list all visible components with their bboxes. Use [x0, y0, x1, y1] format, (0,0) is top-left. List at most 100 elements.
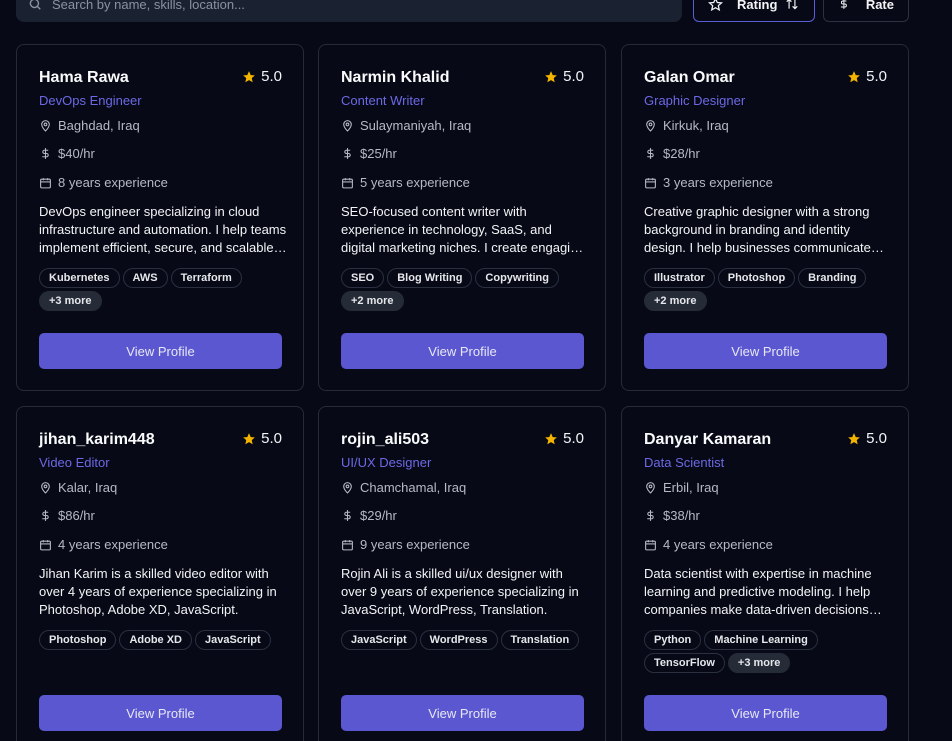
freelancer-role: Data Scientist [644, 455, 725, 470]
calendar-icon [342, 177, 353, 188]
rating: 5.0 [242, 430, 282, 447]
skill-tag: Adobe XD [119, 630, 192, 650]
skill-tag: JavaScript [195, 630, 271, 650]
calendar-icon [40, 177, 51, 188]
more-skills-tag[interactable]: +3 more [39, 291, 102, 311]
rating: 5.0 [544, 430, 584, 447]
view-profile-button[interactable]: View Profile [644, 695, 887, 731]
description: DevOps engineer specializing in cloud in… [39, 204, 287, 255]
skill-tag: Python [644, 630, 702, 650]
skill-tag: TensorFlow [644, 653, 725, 673]
more-skills-tag[interactable]: +2 more [644, 291, 707, 311]
freelancer-name[interactable]: Danyar Kamaran [644, 431, 771, 449]
description: Data scientist with expertise in machine… [644, 566, 872, 617]
description: Rojin Ali is a skilled ui/ux designer wi… [341, 566, 579, 617]
rate-text: $29/hr [360, 508, 397, 523]
experience-text: 8 years experience [58, 175, 168, 190]
dollar-icon [344, 148, 351, 159]
more-skills-tag[interactable]: +3 more [727, 653, 791, 673]
experience: 5 years experience [341, 175, 470, 190]
skill-tag: WordPress [419, 630, 498, 650]
experience-text: 5 years experience [360, 175, 470, 190]
search-input[interactable] [52, 0, 652, 12]
view-profile-button[interactable]: View Profile [39, 695, 282, 731]
hourly-rate: $25/hr [341, 146, 397, 161]
location-text: Kalar, Iraq [58, 480, 118, 495]
rating: 5.0 [242, 68, 282, 85]
rate-text: $28/hr [663, 146, 700, 161]
rating-value: 5.0 [261, 68, 282, 85]
rate-text: $25/hr [360, 146, 397, 161]
experience-text: 3 years experience [663, 175, 773, 190]
rate-text: $38/hr [663, 508, 700, 523]
search-box[interactable] [16, 0, 682, 22]
rate-text: $40/hr [58, 146, 95, 161]
map-pin-icon [343, 482, 352, 494]
location: Baghdad, Iraq [39, 118, 140, 133]
freelancer-name[interactable]: rojin_ali503 [341, 431, 429, 449]
skill-tag: Illustrator [644, 268, 715, 288]
dollar-icon [42, 148, 49, 159]
rating: 5.0 [847, 430, 887, 447]
calendar-icon [342, 539, 353, 550]
map-pin-icon [41, 120, 50, 132]
skill-tag: SEO [341, 268, 385, 288]
experience: 3 years experience [644, 175, 773, 190]
location-text: Baghdad, Iraq [58, 118, 140, 133]
location: Chamchamal, Iraq [341, 480, 466, 495]
skill-tags: Python Machine Learning TensorFlow +3 more [644, 630, 894, 673]
toolbar: Rating Rate [0, 0, 952, 22]
calendar-icon [645, 539, 656, 550]
skill-tag: Photoshop [39, 630, 117, 650]
rating-value: 5.0 [563, 68, 584, 85]
location: Kirkuk, Iraq [644, 118, 729, 133]
freelancer-role: Content Writer [341, 93, 425, 108]
sort-rate-button[interactable]: Rate [823, 0, 909, 22]
freelancer-card: Galan Omar 5.0 Graphic Designer Kirkuk, … [621, 44, 909, 391]
rate-text: $86/hr [58, 508, 95, 523]
view-profile-button[interactable]: View Profile [39, 333, 282, 369]
skill-tags: Illustrator Photoshop Branding +2 more [644, 268, 894, 311]
freelancer-role: DevOps Engineer [39, 93, 142, 108]
rating-value: 5.0 [866, 68, 887, 85]
dollar-icon [42, 510, 49, 521]
more-skills-tag[interactable]: +2 more [341, 291, 404, 311]
location: Sulaymaniyah, Iraq [341, 118, 471, 133]
location-text: Erbil, Iraq [663, 480, 719, 495]
freelancer-name[interactable]: Narmin Khalid [341, 69, 449, 87]
view-profile-button[interactable]: View Profile [341, 695, 584, 731]
experience: 8 years experience [39, 175, 168, 190]
map-pin-icon [646, 482, 655, 494]
description: Creative graphic designer with a strong … [644, 204, 871, 255]
star-icon [848, 432, 860, 444]
location-text: Sulaymaniyah, Iraq [360, 118, 472, 133]
dollar-icon [647, 510, 654, 521]
rating-value: 5.0 [563, 430, 584, 447]
map-pin-icon [343, 120, 352, 132]
freelancer-name[interactable]: Galan Omar [644, 69, 735, 87]
sort-rating-button[interactable]: Rating [693, 0, 815, 22]
skill-tag: JavaScript [341, 630, 417, 650]
skill-tag: Photoshop [717, 268, 796, 288]
experience: 4 years experience [39, 537, 168, 552]
freelancer-card: jihan_karim448 5.0 Video Editor Kalar, I… [16, 406, 304, 741]
freelancer-role: Graphic Designer [644, 93, 746, 108]
location-text: Kirkuk, Iraq [663, 118, 729, 133]
skill-tag: Terraform [170, 268, 242, 288]
map-pin-icon [646, 120, 655, 132]
freelancer-card: rojin_ali503 5.0 UI/UX Designer Chamcham… [318, 406, 606, 741]
calendar-icon [40, 539, 51, 550]
skill-tag: AWS [122, 268, 168, 288]
freelancer-card: Hama Rawa 5.0 DevOps Engineer Baghdad, I… [16, 44, 304, 391]
view-profile-button[interactable]: View Profile [644, 333, 887, 369]
freelancer-name[interactable]: Hama Rawa [39, 69, 129, 87]
view-profile-button[interactable]: View Profile [341, 333, 584, 369]
rating: 5.0 [544, 68, 584, 85]
skill-tag: Branding [798, 268, 867, 288]
freelancer-role: UI/UX Designer [341, 455, 432, 470]
sort-rating-label: Rating [737, 0, 778, 12]
description: SEO-focused content writer with experien… [341, 204, 585, 255]
freelancer-role: Video Editor [39, 455, 110, 470]
skill-tags: Kubernetes AWS Terraform +3 more [39, 268, 289, 311]
freelancer-name[interactable]: jihan_karim448 [39, 431, 155, 449]
